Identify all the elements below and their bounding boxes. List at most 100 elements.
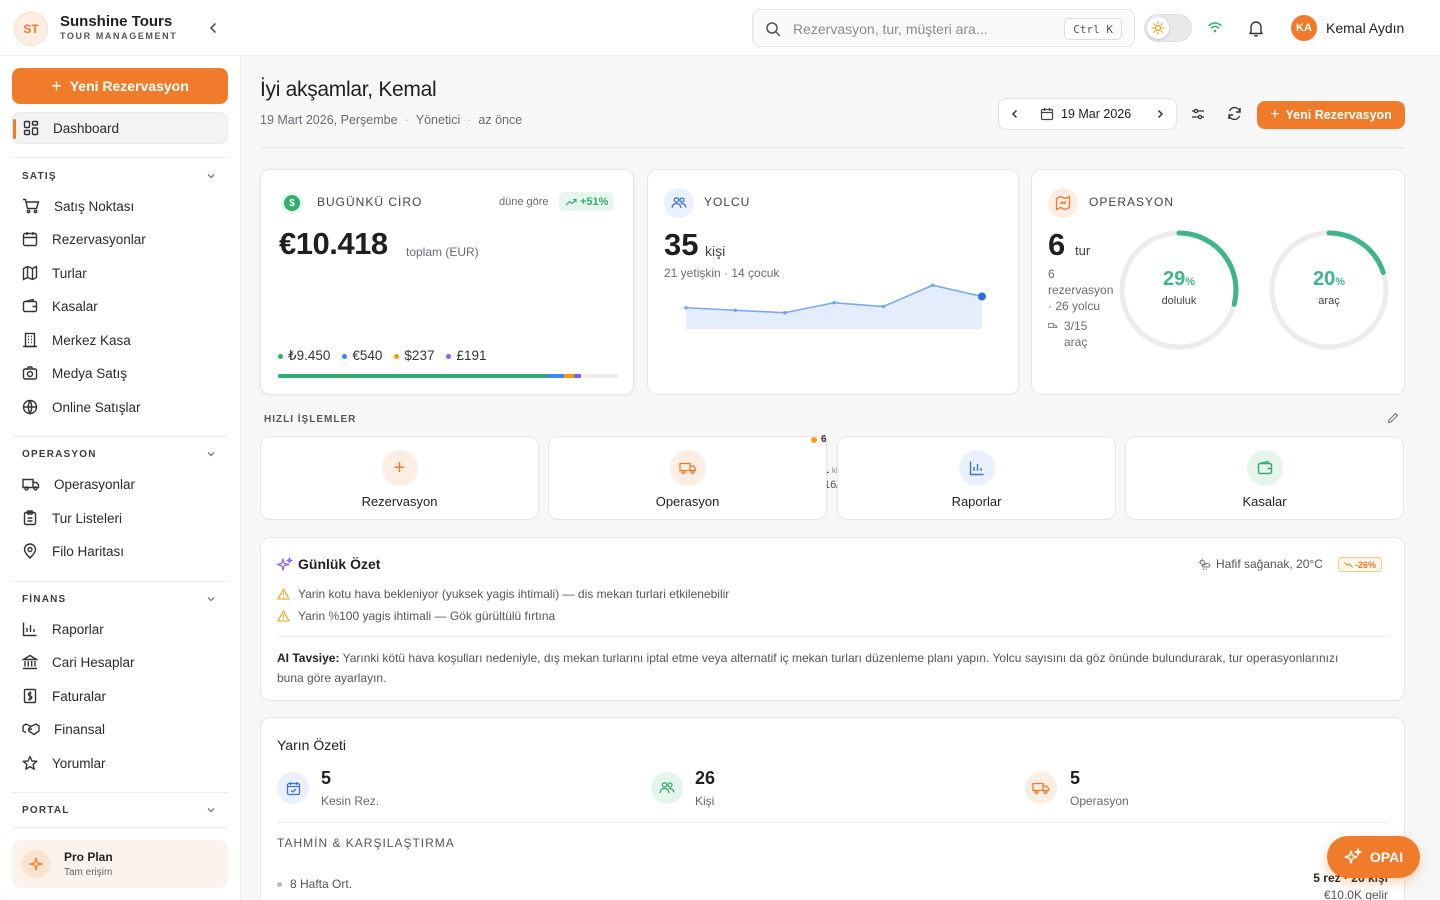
sidebar-item-turlar[interactable]: Turlar <box>12 257 228 289</box>
warning-icon <box>277 610 290 622</box>
revenue-card[interactable]: $ BUGÜNKÜ CİRO düne göre +51% €10.418 to… <box>260 169 634 395</box>
breakdown-gbp-label: £191 <box>456 348 487 363</box>
passengers-card[interactable]: YOLCU 35 kişi 21 yetişkin · 14 çocuk 17k… <box>647 169 1019 491</box>
chevron-left-icon[interactable] <box>1009 108 1021 120</box>
breakdown-usd-label: $237 <box>404 348 435 363</box>
chevron-right-icon[interactable] <box>1154 108 1166 120</box>
sidebar-item-label: Faturalar <box>52 688 107 704</box>
operations-title: OPERASYON <box>1089 195 1175 209</box>
users-icon <box>651 772 683 804</box>
sidebar-item-label: Online Satışlar <box>52 399 141 415</box>
operations-vehicles-count: 3/15 <box>1064 319 1088 333</box>
quick-action-kasalar[interactable]: Kasalar <box>1125 436 1404 520</box>
chart-point <box>782 310 787 315</box>
operations-card[interactable]: OPERASYON 6 tur 6 rezervasyon · 26 yolcu… <box>1031 169 1405 395</box>
chart-point-highlight <box>978 292 986 301</box>
alert-text: Yarin kotu hava bekleniyor (yuksek yagis… <box>298 587 730 601</box>
chevron-down-icon[interactable] <box>205 448 217 460</box>
quick-action-raporlar[interactable]: Raporlar <box>837 436 1116 520</box>
sidebar-item-satis-noktasi[interactable]: Satış Noktası <box>12 190 228 222</box>
section-title-operasyon: OPERASYON <box>22 449 97 460</box>
alert-text: Yarin %100 yagis ihtimali — Gök gürültül… <box>298 609 556 623</box>
quick-action-operasyon[interactable]: 6 Operasyon <box>548 434 827 520</box>
sidebar-item-tur-listeleri[interactable]: Tur Listeleri <box>12 502 228 534</box>
user-name[interactable]: Kemal Aydın <box>1326 20 1404 36</box>
search-input[interactable] <box>793 18 1053 40</box>
sun-icon <box>1147 17 1169 39</box>
operations-vehicles: 3/15 araç <box>1048 318 1087 350</box>
alert-row: Yarin kotu hava bekleniyor (yuksek yagis… <box>277 587 729 601</box>
quick-action-label: Kasalar <box>1242 494 1287 509</box>
star-icon <box>22 755 38 771</box>
search-box[interactable]: Ctrl K <box>752 9 1135 47</box>
chevron-down-icon[interactable] <box>205 804 217 816</box>
tomorrow-reservations-value: 5 <box>321 768 332 788</box>
users-icon <box>664 188 694 218</box>
revenue-share-bar <box>278 374 618 378</box>
breakdown-usd: $237 <box>394 348 434 364</box>
sidebar-item-finansal[interactable]: Finansal <box>12 713 228 745</box>
calendar-icon <box>22 231 38 247</box>
brand-subtitle: TOUR MANAGEMENT <box>60 31 178 41</box>
passengers-area-chart <box>684 283 986 329</box>
sidebar-item-label: Dashboard <box>53 120 120 136</box>
forecast-revenue: €10.0K gelir <box>1323 888 1388 900</box>
sidebar-item-kasalar[interactable]: Kasalar <box>12 290 228 322</box>
filter-icon[interactable] <box>1191 107 1205 121</box>
sidebar-item-yorumlar[interactable]: Yorumlar <box>12 747 228 779</box>
sidebar-item-cari-hesaplar[interactable]: Cari Hesaplar <box>12 646 228 678</box>
truck-icon <box>1025 772 1057 804</box>
breakdown-gbp: £191 <box>446 348 487 364</box>
brand-logo[interactable]: ST <box>14 12 48 46</box>
share-segment <box>563 374 574 378</box>
user-avatar[interactable]: KA <box>1291 15 1317 41</box>
operations-unit: tur <box>1075 243 1091 258</box>
chevron-down-icon[interactable] <box>205 593 217 605</box>
legend-dot <box>278 353 283 359</box>
trend-up-icon <box>565 198 577 205</box>
globe-icon <box>22 399 38 415</box>
sidebar-item-faturalar[interactable]: Faturalar <box>12 680 228 712</box>
sidebar-item-label: Tur Listeleri <box>52 510 123 526</box>
sparkles-icon <box>277 557 293 573</box>
sidebar-item-online-satislar[interactable]: Online Satışlar <box>12 391 228 423</box>
vehicle-value: 20% <box>1279 268 1379 291</box>
bullet <box>277 881 282 887</box>
ai-advice-label: AI Tavsiye: <box>277 651 340 665</box>
quick-action-rezervasyon[interactable]: + Rezervasyon <box>260 436 539 520</box>
tomorrow-people-label: Kişi <box>695 794 715 808</box>
sidebar-item-raporlar[interactable]: Raporlar <box>12 613 228 645</box>
header-meta: 19 Mart 2026, Perşembe · Yönetici · az ö… <box>260 113 523 127</box>
forecast-row-label: 8 Hafta Ort. <box>290 877 353 891</box>
collapse-sidebar-icon[interactable] <box>205 20 221 36</box>
cart-icon <box>22 198 40 214</box>
sidebar-item-operasyonlar[interactable]: Operasyonlar <box>12 468 228 500</box>
tomorrow-people-value: 26 <box>695 768 716 788</box>
date-picker-value[interactable]: 19 Mar 2026 <box>1061 107 1131 121</box>
ai-assistant-label: OPAI <box>1369 849 1404 865</box>
edit-pencil-icon[interactable] <box>1387 412 1399 424</box>
plus-icon: + <box>1270 106 1280 123</box>
pro-plan-card[interactable]: Pro Plan Tam erişim <box>12 840 228 888</box>
chevron-down-icon[interactable] <box>205 170 217 182</box>
revenue-change-value: +51% <box>580 195 609 208</box>
new-reservation-button[interactable]: + Yeni Rezervasyon <box>12 68 228 104</box>
calendar-check-icon <box>277 772 309 804</box>
divider <box>12 581 228 582</box>
ai-assistant-button[interactable]: OPAI <box>1327 836 1420 878</box>
sidebar-item-dashboard[interactable]: Dashboard <box>12 112 228 144</box>
page-title: İyi akşamlar, Kemal <box>260 78 437 101</box>
sidebar-item-filo-haritasi[interactable]: Filo Haritası <box>12 535 228 567</box>
theme-toggle[interactable] <box>1144 14 1192 42</box>
sparkle-icon <box>22 850 50 878</box>
notification-bell-icon[interactable] <box>1248 19 1264 37</box>
sidebar-item-rezervasyonlar[interactable]: Rezervasyonlar <box>12 223 228 255</box>
chart-point <box>832 300 836 305</box>
refresh-icon[interactable] <box>1227 106 1242 121</box>
sidebar-item-merkez-kasa[interactable]: Merkez Kasa <box>12 324 228 356</box>
weather-text: Hafif sağanak, 20°C <box>1216 557 1323 571</box>
header-new-reservation-button[interactable]: + Yeni Rezervasyon <box>1257 101 1405 129</box>
legend-dot <box>394 353 400 359</box>
sidebar-item-label: Finansal <box>54 721 106 737</box>
sidebar-item-medya-satis[interactable]: Medya Satış <box>12 357 228 389</box>
